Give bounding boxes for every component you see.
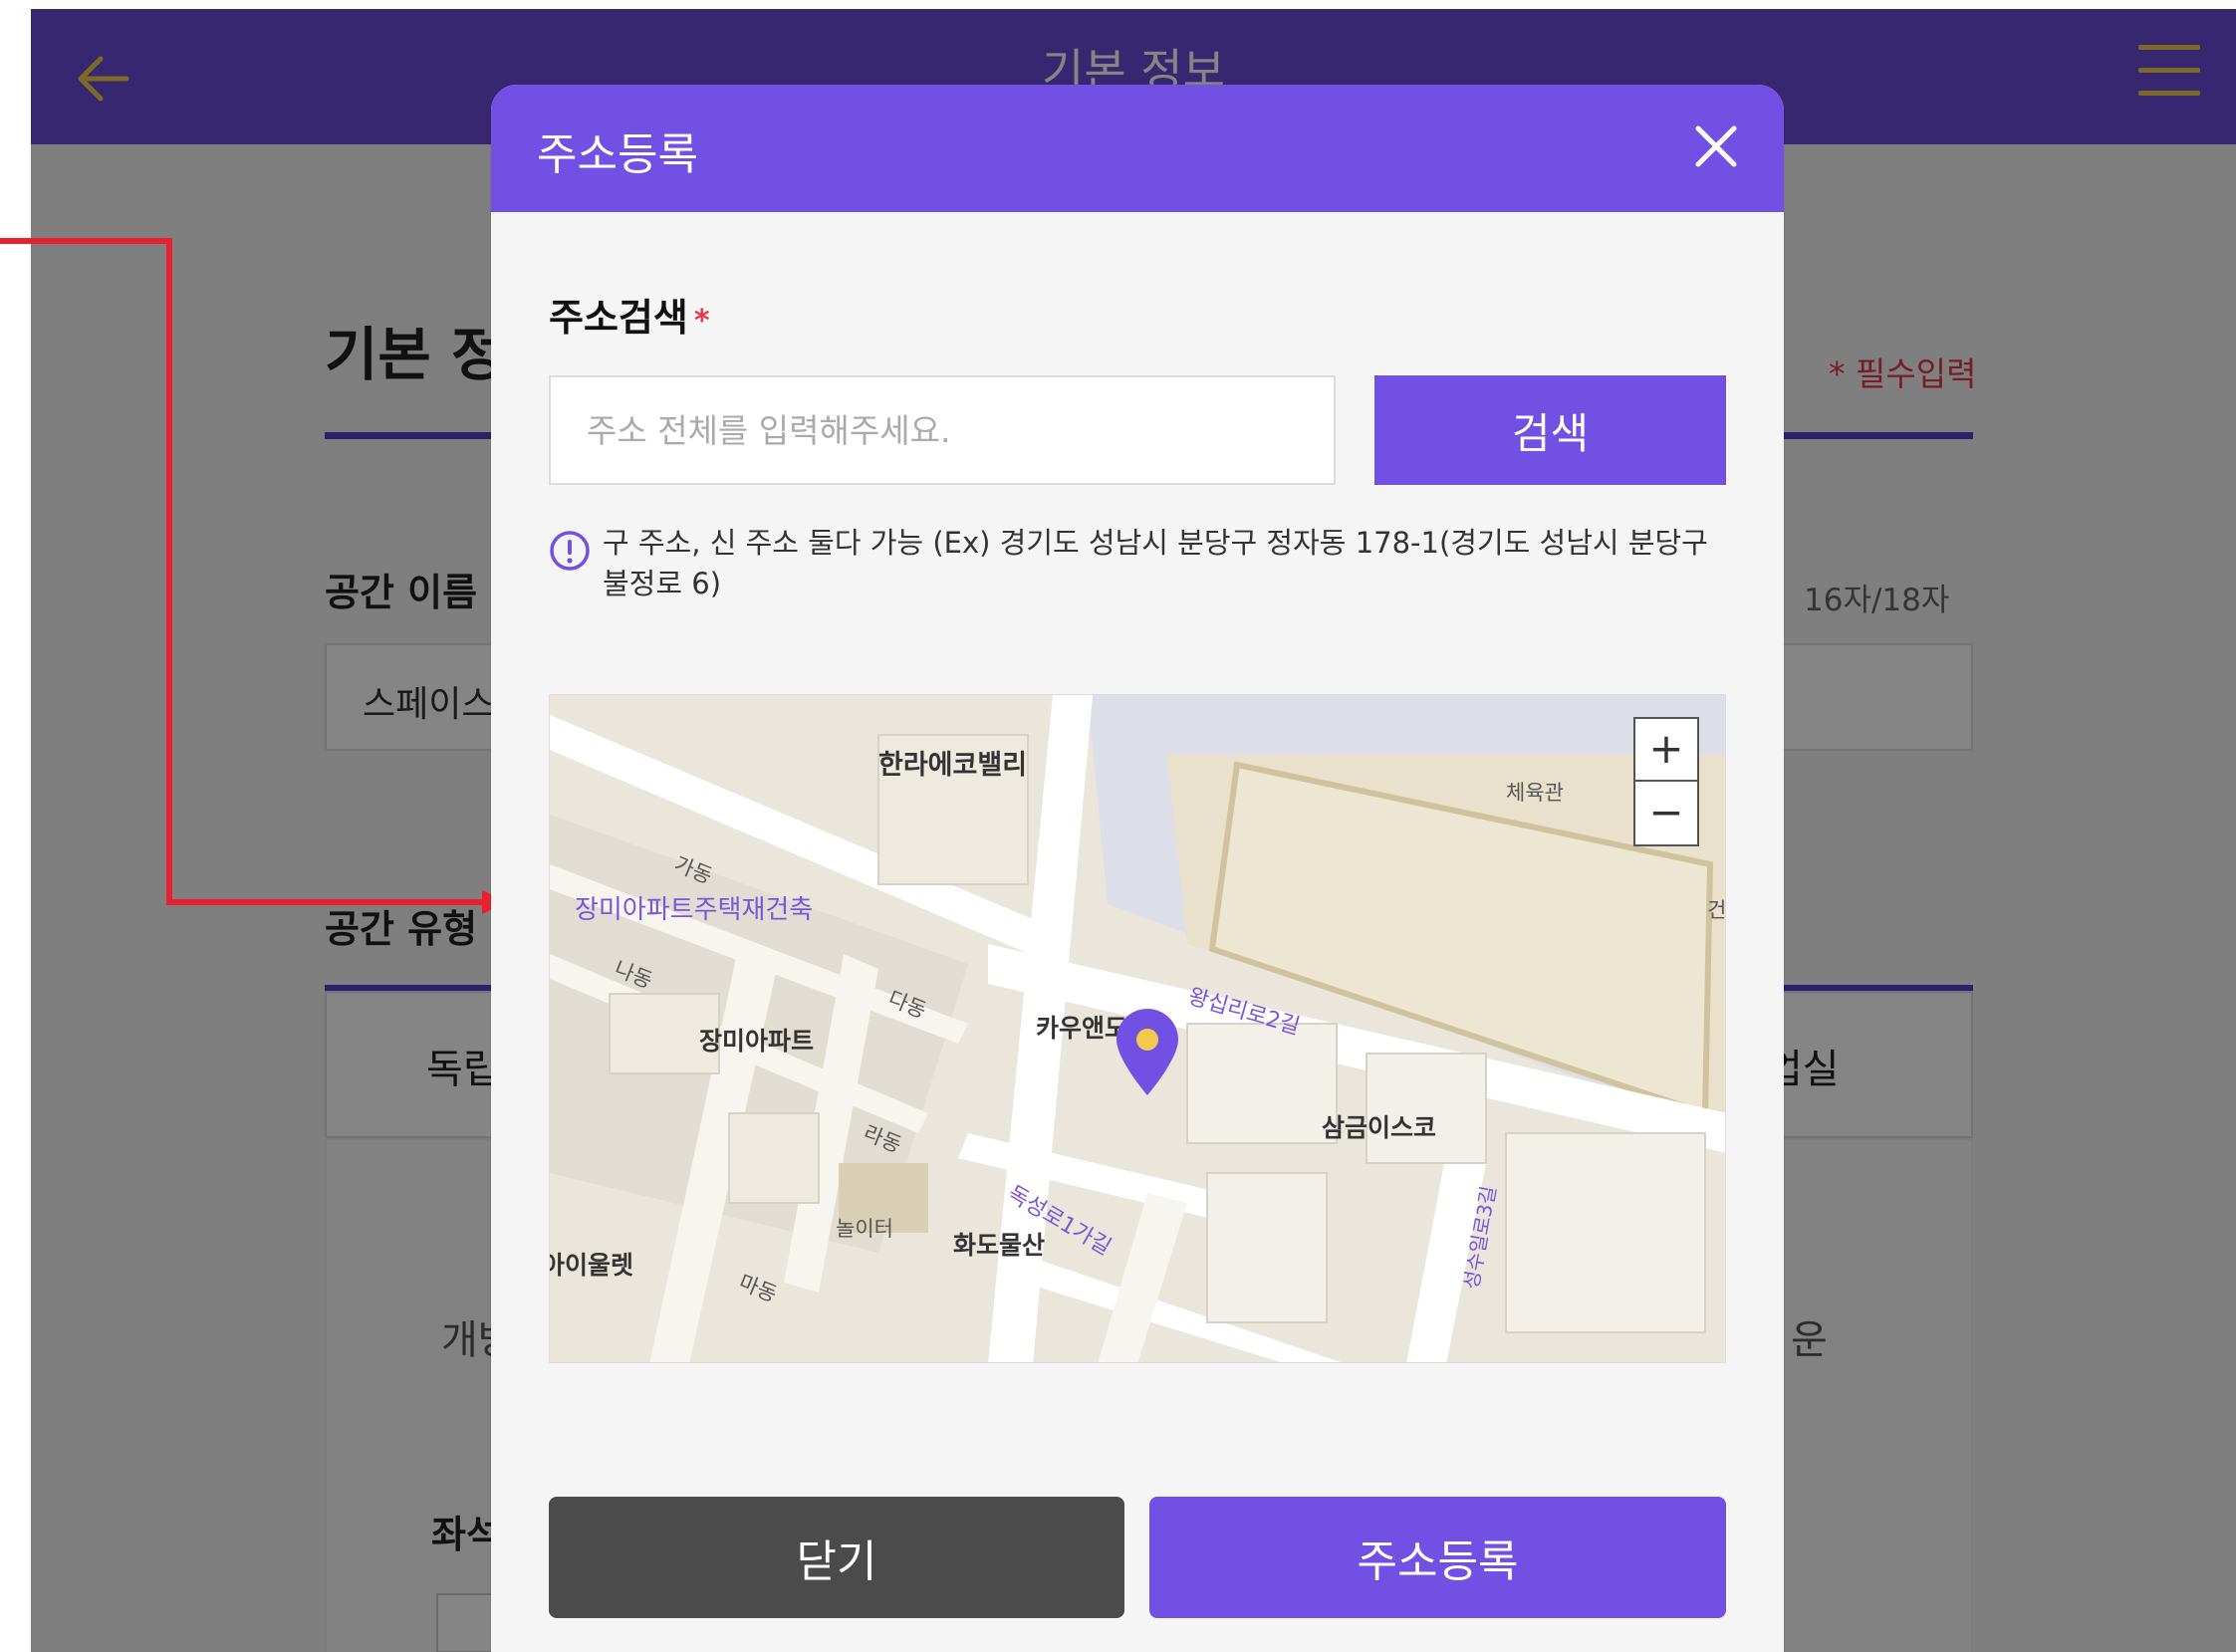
info-icon xyxy=(549,530,591,572)
modal-title: 주소등록 xyxy=(537,129,698,180)
map-label: 한라에코밸리 xyxy=(878,750,1028,781)
address-search-label: 주소검색 * xyxy=(549,287,710,342)
zoom-control: + − xyxy=(1633,717,1699,846)
close-button[interactable]: 닫기 xyxy=(549,1497,1124,1618)
address-modal: 주소등록 주소검색* 검색 구 주소, 신 주소 둘다 가능 (Ex) 경기도 … xyxy=(491,85,1784,1652)
address-search-label-text: 주소검색 xyxy=(549,296,688,340)
map-view[interactable]: 한라에코밸리 체육관 가동 장미아파트주택재건축 나동 다동 장미아파트 카우앤… xyxy=(549,694,1726,1363)
zoom-in-button[interactable]: + xyxy=(1635,719,1697,782)
zoom-out-button[interactable]: − xyxy=(1635,783,1697,845)
required-mark: * xyxy=(693,304,710,339)
map-label: 삼금이스코 xyxy=(1322,1113,1437,1142)
search-button[interactable]: 검색 xyxy=(1374,375,1726,485)
modal-header: 주소등록 xyxy=(491,85,1784,212)
close-icon[interactable] xyxy=(1686,117,1746,176)
map-label: 아이울렛 xyxy=(549,1251,634,1280)
map-label: 장미아파트 xyxy=(699,1027,815,1056)
map-label: 장미아파트주택재건축 xyxy=(575,895,814,925)
register-address-button[interactable]: 주소등록 xyxy=(1149,1497,1726,1618)
map-label: 화도물산 xyxy=(953,1231,1046,1260)
map-label: 체육관 xyxy=(1506,781,1564,805)
map-label: 건 xyxy=(1707,898,1726,922)
map-label: 놀이터 xyxy=(836,1217,893,1241)
location-pin-icon xyxy=(1113,1006,1182,1097)
address-hint: 구 주소, 신 주소 둘다 가능 (Ex) 경기도 성남시 분당구 정자동 17… xyxy=(603,526,1708,600)
address-search-input[interactable] xyxy=(549,375,1336,485)
